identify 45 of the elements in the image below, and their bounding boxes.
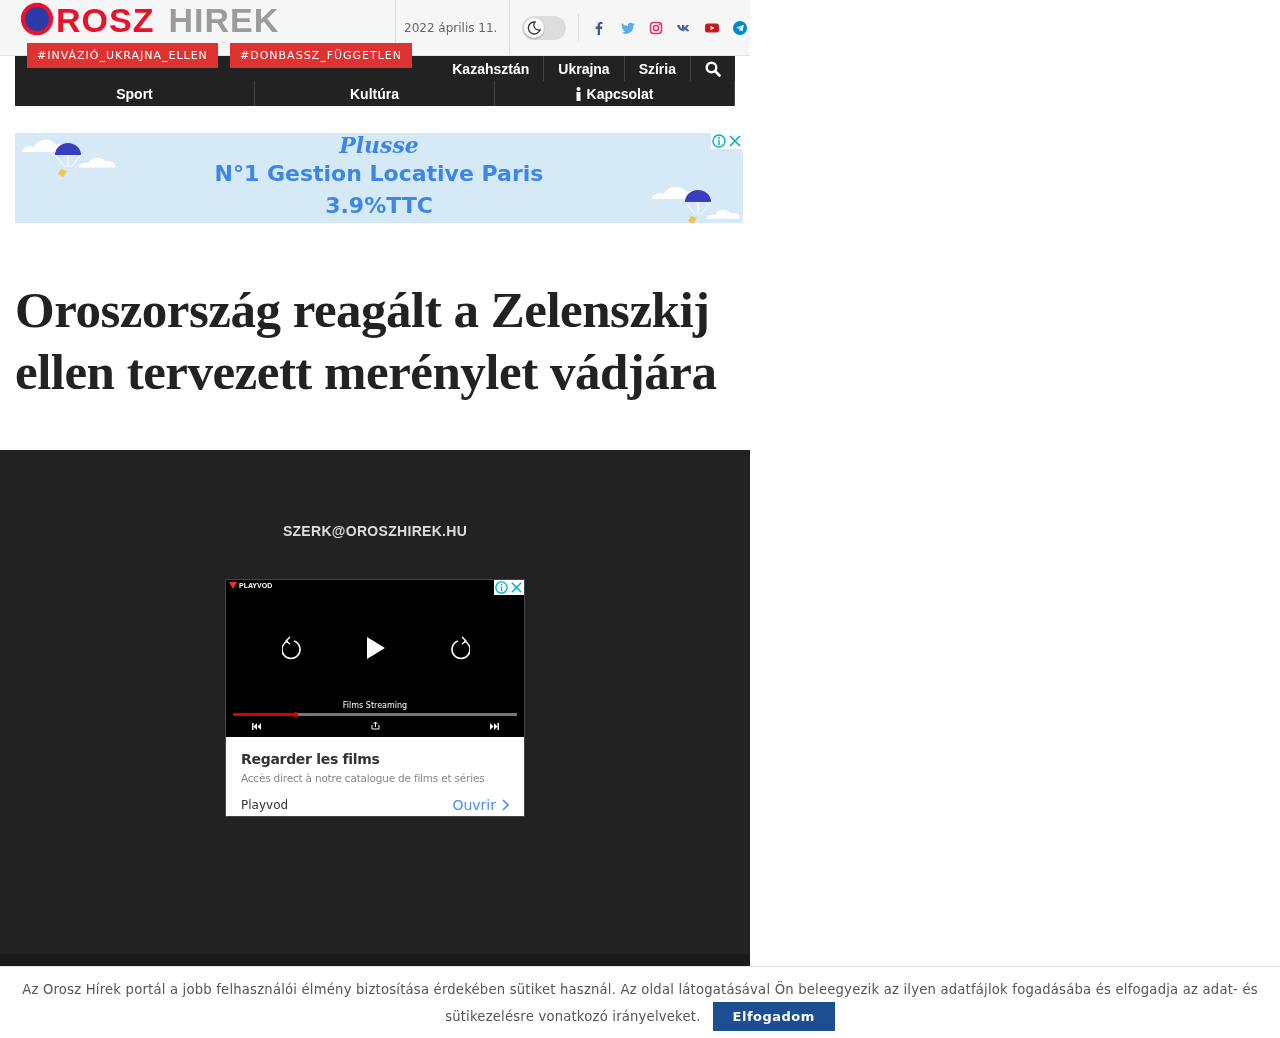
video-caption: Films Streaming (341, 701, 409, 710)
progress-thumb[interactable] (293, 712, 299, 717)
next-icon[interactable] (490, 723, 499, 730)
email-link[interactable]: SZERK@OROSZHIREK.HU (0, 523, 750, 539)
nav-link[interactable]: Kultúra (255, 81, 495, 106)
moon-icon (527, 20, 542, 35)
nav-link[interactable]: Kapcsolat (495, 81, 735, 106)
parachute-drawing (683, 188, 713, 226)
ad-price: 3.9%TTC (325, 192, 433, 220)
logo-icon (229, 582, 237, 589)
chevron-icon (502, 799, 509, 811)
instagram-icon[interactable] (649, 20, 664, 35)
telegram-icon[interactable] (733, 20, 748, 35)
close-icon[interactable] (727, 133, 743, 149)
tag-link[interactable]: #INVÁZIÓ_UKRAJNA_ELLEN (27, 43, 218, 68)
info-icon (575, 86, 581, 101)
close-icon[interactable] (509, 580, 524, 595)
ad-headline: N°1 Gestion Locative Paris (214, 160, 544, 188)
info-icon[interactable] (494, 580, 509, 595)
cookie-notice-text: Az Orosz Hírek portál a jobb felhasználói élmény biztosítása érdekében sütiket használ. Az oldal látogatásával Ön beleegyezik az ilyen adatfájlok fogadásába és elfogadja az adat- és sütikezelésre vonatkozó irányelveket. Elfogadom (12, 977, 1268, 1031)
logo-text: HIREK (168, 2, 280, 38)
accept-button[interactable]: Elfogadom (712, 1002, 835, 1031)
nav-link[interactable]: Kazahsztán (438, 56, 545, 81)
search-icon[interactable] (705, 60, 721, 77)
logo-icon (20, 2, 54, 36)
parachute-drawing (53, 141, 83, 179)
play-icon[interactable] (366, 636, 386, 660)
progress-track[interactable] (233, 713, 517, 716)
nav-link[interactable]: Ukrajna (544, 56, 625, 81)
nav-link[interactable]: Sport (15, 81, 255, 106)
logo-text: ROSZ (56, 2, 155, 38)
info-icon[interactable] (711, 133, 727, 149)
advertiser-name: Playvod (241, 798, 289, 812)
rewind-icon[interactable] (282, 636, 304, 660)
tag-link[interactable]: #DONBASSZ_FÜGGETLEN (230, 43, 413, 68)
previous-icon[interactable] (252, 723, 261, 730)
date-text: 2022 április 11. (404, 20, 498, 35)
ad-title: Regarder les films (241, 751, 381, 767)
ad-description: Accès direct à notre catalogue de films et séries (241, 772, 486, 784)
dark-mode-toggle[interactable] (522, 15, 567, 40)
forward-icon[interactable] (448, 636, 470, 660)
article-title: Oroszország reagált a Zelenszkij ellen tervezett merénylet vádjára (15, 281, 718, 402)
share-icon[interactable] (371, 721, 380, 730)
ad-brand: Plusse (339, 133, 419, 157)
nav-link[interactable]: Szíria (624, 56, 691, 81)
